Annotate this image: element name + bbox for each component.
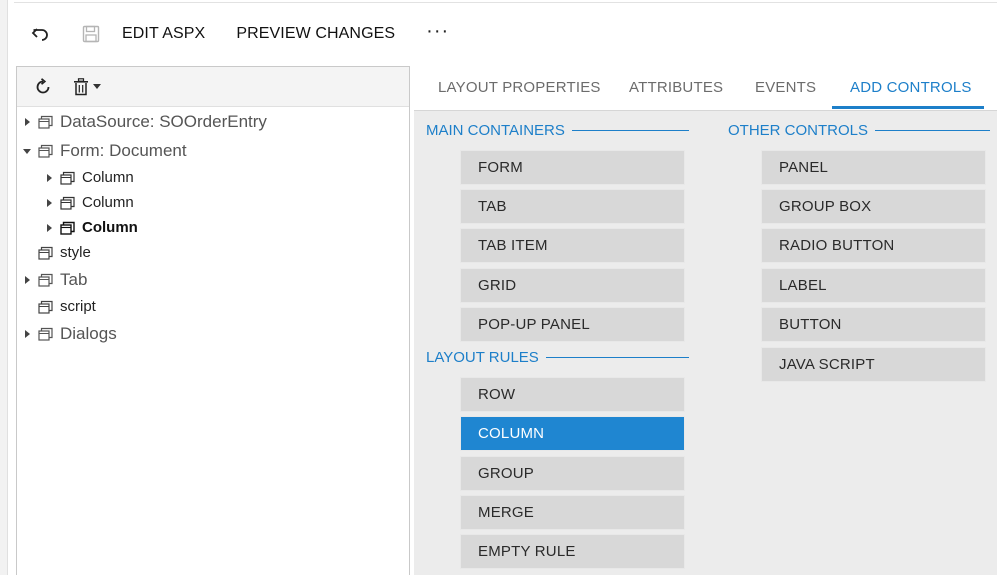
tree-node-label: DataSource: SOOrderEntry [60, 112, 267, 131]
node-icon [38, 245, 56, 261]
properties-tabs: LAYOUT PROPERTIES ATTRIBUTES EVENTS ADD … [414, 66, 997, 110]
expand-arrow-icon[interactable] [20, 273, 34, 287]
control-empty-rule[interactable]: EMPTY RULE [460, 534, 685, 569]
expand-arrow-icon[interactable] [42, 196, 56, 210]
node-icon [38, 299, 56, 315]
refresh-icon[interactable] [31, 75, 55, 99]
top-divider [14, 2, 997, 3]
tree-node-dialogs[interactable]: Dialogs [20, 324, 117, 344]
left-edge [0, 0, 8, 575]
trash-icon [74, 77, 88, 95]
tree-node-form[interactable]: Form: Document [20, 141, 187, 161]
section-other-controls: OTHER CONTROLS [728, 122, 991, 139]
section-main-containers: MAIN CONTAINERS [426, 122, 689, 139]
tree-node-style[interactable]: style [20, 244, 91, 261]
control-label[interactable]: LABEL [761, 268, 986, 303]
tree-toolbar [17, 67, 409, 107]
tab-layout-properties[interactable]: LAYOUT PROPERTIES [438, 79, 601, 96]
expand-arrow-icon[interactable] [20, 327, 34, 341]
save-icon[interactable] [72, 18, 110, 50]
node-icon [38, 272, 56, 288]
control-button[interactable]: BUTTON [761, 307, 986, 342]
screen-root: EDIT ASPX PREVIEW CHANGES ··· DataSource… [0, 0, 997, 575]
tab-events[interactable]: EVENTS [755, 79, 816, 96]
node-icon [60, 195, 78, 211]
control-java-script[interactable]: JAVA SCRIPT [761, 347, 986, 382]
tree-node-label: Form: Document [60, 141, 187, 160]
tree-node-label: Tab [60, 270, 88, 289]
tree-node-column-2[interactable]: Column [42, 194, 134, 211]
control-merge[interactable]: MERGE [460, 495, 685, 530]
tab-add-controls[interactable]: ADD CONTROLS [850, 79, 972, 96]
undo-icon[interactable] [22, 18, 60, 50]
tree-node-label: style [60, 244, 91, 261]
tree-node-datasource[interactable]: DataSource: SOOrderEntry [20, 112, 267, 132]
expand-arrow-icon[interactable] [20, 115, 34, 129]
node-icon [60, 170, 78, 186]
collapse-arrow-icon[interactable] [20, 144, 34, 158]
node-icon [38, 114, 56, 130]
tree-node-tab[interactable]: Tab [20, 270, 87, 290]
tree-node-label: Dialogs [60, 324, 117, 343]
tree-node-label: Column [82, 169, 134, 186]
control-radio-button[interactable]: RADIO BUTTON [761, 228, 986, 263]
tab-attributes[interactable]: ATTRIBUTES [629, 79, 723, 96]
control-row[interactable]: ROW [460, 377, 685, 412]
tree-node-script[interactable]: script [20, 298, 96, 315]
tree-node-label: Column [82, 219, 138, 236]
active-tab-indicator [832, 106, 984, 109]
edit-aspx-button[interactable]: EDIT ASPX [122, 25, 205, 43]
node-icon [38, 143, 56, 159]
main-toolbar: EDIT ASPX PREVIEW CHANGES ··· [22, 18, 449, 50]
expand-arrow-icon[interactable] [42, 221, 56, 235]
control-panel[interactable]: PANEL [761, 150, 986, 185]
control-tab[interactable]: TAB [460, 189, 685, 224]
tree-node-column-1[interactable]: Column [42, 169, 134, 186]
expand-arrow-icon[interactable] [42, 171, 56, 185]
control-group[interactable]: GROUP [460, 456, 685, 491]
control-group-box[interactable]: GROUP BOX [761, 189, 986, 224]
tree-node-label: Column [82, 194, 134, 211]
delete-dropdown-button[interactable] [73, 77, 101, 96]
node-icon [60, 220, 78, 236]
node-icon [38, 326, 56, 342]
more-options-icon[interactable]: ··· [426, 21, 449, 41]
tree-node-column-3-selected[interactable]: Column [42, 219, 138, 236]
control-tab-item[interactable]: TAB ITEM [460, 228, 685, 263]
preview-changes-button[interactable]: PREVIEW CHANGES [236, 25, 395, 43]
control-popup-panel[interactable]: POP-UP PANEL [460, 307, 685, 342]
control-column[interactable]: COLUMN [460, 416, 685, 451]
section-layout-rules: LAYOUT RULES [426, 349, 689, 366]
tree-node-label: script [60, 298, 96, 315]
chevron-down-icon [93, 84, 101, 89]
control-form[interactable]: FORM [460, 150, 685, 185]
control-grid[interactable]: GRID [460, 268, 685, 303]
